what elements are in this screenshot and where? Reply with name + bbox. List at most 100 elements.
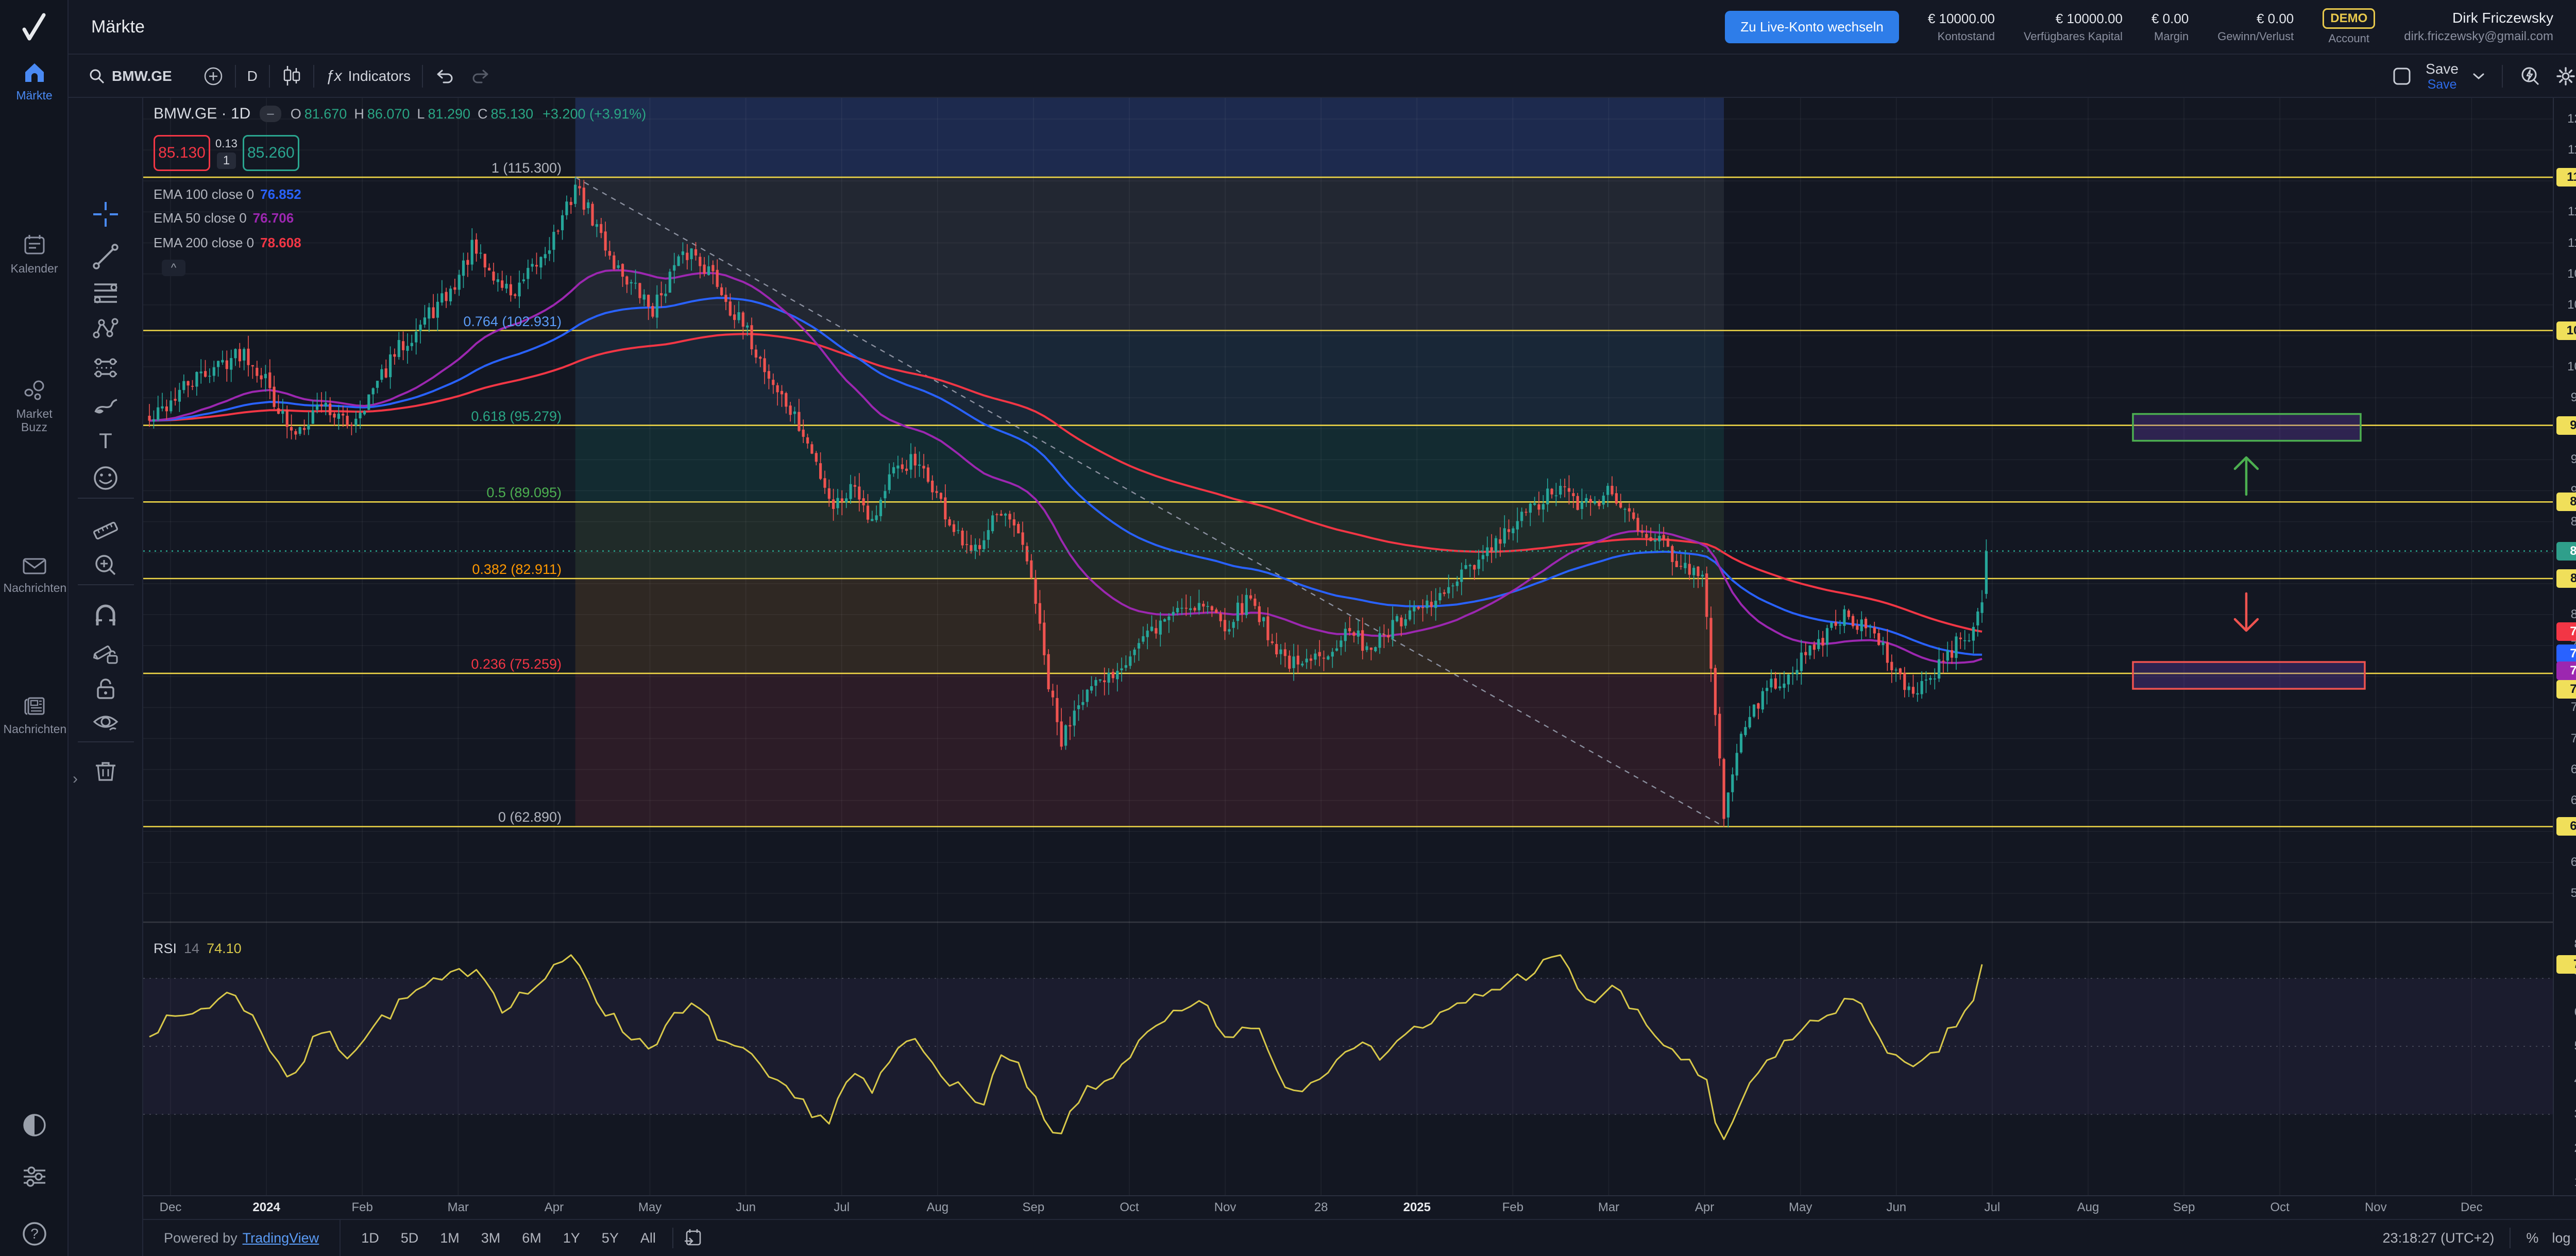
- time-label-May[interactable]: May: [638, 1200, 662, 1215]
- lock-all-tool[interactable]: [91, 674, 120, 703]
- scale-button-log[interactable]: log: [2552, 1230, 2570, 1246]
- time-label-Apr[interactable]: Apr: [545, 1200, 564, 1215]
- long-position-tool[interactable]: [91, 353, 120, 382]
- indicators-button[interactable]: ƒx Indicators: [326, 67, 411, 85]
- range-button-all[interactable]: All: [633, 1226, 663, 1250]
- layout-button[interactable]: [2392, 66, 2412, 87]
- price-axis[interactable]: 120.000117.500112.500110.000107.500105.0…: [2553, 98, 2576, 1195]
- remove-all-tool[interactable]: [91, 756, 120, 785]
- range-button-1d[interactable]: 1D: [354, 1226, 386, 1250]
- sidebar-item-märkte[interactable]: Märkte: [0, 61, 69, 102]
- quick-search-button[interactable]: [2519, 65, 2541, 87]
- theme-toggle-button[interactable]: [0, 1112, 69, 1139]
- sidebar-item-label: Märkte: [4, 89, 65, 102]
- time-label-Aug[interactable]: Aug: [2077, 1200, 2099, 1215]
- sidebar-item-kalender[interactable]: Kalender: [0, 233, 69, 275]
- switch-to-live-account-button[interactable]: Zu Live-Konto wechseln: [1725, 11, 1899, 43]
- sidebar-item-market-buzz[interactable]: Market Buzz: [0, 379, 69, 434]
- time-label-Jul[interactable]: Jul: [1985, 1200, 2001, 1215]
- scale-button-percent[interactable]: %: [2526, 1230, 2538, 1246]
- time-label-Sep[interactable]: Sep: [2173, 1200, 2195, 1215]
- time-label-Dec[interactable]: Dec: [2461, 1200, 2483, 1215]
- toolbar-divider: [78, 741, 134, 742]
- range-button-6m[interactable]: 6M: [515, 1226, 549, 1250]
- time-label-2025[interactable]: 2025: [1403, 1200, 1431, 1215]
- crosshair-tool[interactable]: [91, 200, 120, 229]
- buy-button[interactable]: 85.260: [243, 135, 299, 171]
- fib-retracement-tool[interactable]: [91, 278, 120, 307]
- symbol-search-button[interactable]: BMW.GE: [88, 67, 172, 85]
- undo-button[interactable]: [434, 67, 455, 86]
- chart-pane[interactable]: BMW.GE · 1D – O81.670H86.070L81.290C85.1…: [143, 98, 2553, 1195]
- lot-size-field[interactable]: 1: [217, 152, 236, 169]
- range-button-5y[interactable]: 5Y: [595, 1226, 626, 1250]
- time-label-Apr[interactable]: Apr: [1695, 1200, 1714, 1215]
- magnet-tool[interactable]: [91, 603, 120, 632]
- fib-retracement-icon: [91, 278, 120, 307]
- time-label-Nov[interactable]: Nov: [1214, 1200, 1236, 1215]
- legend-symbol[interactable]: BMW.GE · 1D: [154, 105, 250, 123]
- time-label-Jun[interactable]: Jun: [736, 1200, 756, 1215]
- range-button-1m[interactable]: 1M: [433, 1226, 467, 1250]
- save-menu-button[interactable]: [2472, 72, 2485, 81]
- time-label-Dec[interactable]: Dec: [160, 1200, 182, 1215]
- sidebar-item-nachrichten-news[interactable]: Nachrichten: [0, 695, 69, 736]
- zoom-in-icon: [91, 551, 120, 580]
- price-badge-76.852: 76.852: [2556, 644, 2576, 663]
- preferences-button[interactable]: [0, 1165, 69, 1188]
- range-button-1y[interactable]: 1Y: [556, 1226, 587, 1250]
- time-label-Oct[interactable]: Oct: [2270, 1200, 2290, 1215]
- price-chart[interactable]: [143, 98, 2553, 1195]
- interval-button[interactable]: D: [247, 68, 258, 84]
- range-button-3m[interactable]: 3M: [474, 1226, 508, 1250]
- settings-button[interactable]: [2554, 65, 2576, 88]
- drawing-edit-lock-tool[interactable]: [91, 639, 120, 668]
- xabcd-pattern-tool[interactable]: [91, 314, 120, 343]
- chart-style-button[interactable]: [281, 65, 302, 88]
- demo-label: Account: [2329, 32, 2370, 45]
- time-label-Feb[interactable]: Feb: [352, 1200, 373, 1215]
- indicator-row-ema-100[interactable]: EMA 100 close 076.852: [154, 186, 301, 202]
- help-button[interactable]: ?: [0, 1220, 69, 1248]
- time-label-May[interactable]: May: [1789, 1200, 1812, 1215]
- rsi-name[interactable]: RSI: [154, 941, 177, 957]
- ohlc-key: H: [354, 106, 364, 122]
- time-label-Feb[interactable]: Feb: [1502, 1200, 1523, 1215]
- time-label-Aug[interactable]: Aug: [926, 1200, 948, 1215]
- indicator-row-ema-50[interactable]: EMA 50 close 076.706: [154, 210, 294, 226]
- time-label-Mar[interactable]: Mar: [448, 1200, 469, 1215]
- time-label-Sep[interactable]: Sep: [1023, 1200, 1045, 1215]
- text-tool[interactable]: T: [91, 427, 120, 455]
- legend-collapse-button[interactable]: ^: [162, 260, 185, 276]
- range-button-5d[interactable]: 5D: [394, 1226, 426, 1250]
- time-label-Oct[interactable]: Oct: [1120, 1200, 1139, 1215]
- zoom-in-tool[interactable]: [91, 551, 120, 580]
- time-axis[interactable]: Dec 2024 Feb Mar Apr May Jun Jul Aug Sep Oct Nov 28 2…: [143, 1195, 2576, 1219]
- save-button[interactable]: Save Save: [2426, 62, 2459, 91]
- filters-icon: [21, 1165, 48, 1188]
- legend-hide-toggle[interactable]: –: [260, 106, 281, 122]
- compare-add-symbol-button[interactable]: [203, 66, 224, 87]
- time-label-2024[interactable]: 2024: [252, 1200, 280, 1215]
- clock[interactable]: 23:18:27 (UTC+2): [2383, 1230, 2495, 1246]
- tradingview-link[interactable]: TradingView: [243, 1230, 319, 1246]
- ruler-icon: [91, 516, 120, 545]
- emoji-tool[interactable]: [91, 464, 120, 493]
- broker-logo[interactable]: [0, 0, 69, 55]
- indicator-row-ema-200[interactable]: EMA 200 close 078.608: [154, 235, 301, 251]
- time-label-Nov[interactable]: Nov: [2365, 1200, 2387, 1215]
- drawbar-collapse-handle[interactable]: ›: [73, 770, 78, 788]
- sidebar-item-nachrichten[interactable]: Nachrichten: [0, 556, 69, 595]
- time-label-Mar[interactable]: Mar: [1598, 1200, 1619, 1215]
- hide-all-tool[interactable]: [91, 708, 120, 737]
- trend-line-tool[interactable]: [91, 242, 120, 271]
- ruler-tool[interactable]: [91, 516, 120, 545]
- go-to-date-button[interactable]: [683, 1228, 703, 1248]
- sell-button[interactable]: 85.130: [154, 135, 210, 171]
- time-label-Jun[interactable]: Jun: [1886, 1200, 1906, 1215]
- redo-button[interactable]: [470, 67, 491, 86]
- time-label-Jul[interactable]: Jul: [834, 1200, 850, 1215]
- time-label-28[interactable]: 28: [1314, 1200, 1328, 1215]
- toolbar-divider: [78, 584, 134, 585]
- brush-tool[interactable]: [91, 391, 120, 419]
